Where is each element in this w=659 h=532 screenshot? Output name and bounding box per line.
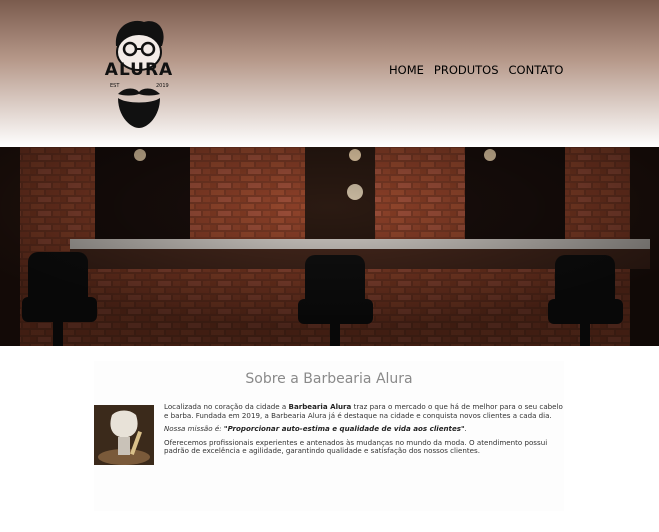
barbershop-photo — [0, 147, 659, 346]
site-header: EST 2019 ALURA HOME PRODUTOS CONTATO — [0, 0, 659, 147]
hero-banner-image — [0, 147, 659, 346]
shaving-brush-image — [94, 405, 154, 465]
about-paragraph-3: Oferecemos profissionais experientes e a… — [164, 437, 548, 456]
logo-year: 2019 — [156, 83, 169, 89]
main-nav: HOME PRODUTOS CONTATO — [389, 63, 563, 77]
mission-quote: "Proporcionar auto-estima e qualidade de… — [223, 424, 465, 434]
logo-est: EST — [110, 83, 120, 89]
nav-produtos[interactable]: PRODUTOS — [434, 63, 499, 77]
logo-text: ALURA — [104, 60, 174, 80]
about-paragraph-1: Localizada no coração da cidade a Barbea… — [164, 402, 563, 420]
mission-paragraph: Nossa missão é: "Proporcionar auto-estim… — [164, 424, 467, 434]
logo[interactable]: EST 2019 ALURA — [104, 16, 174, 130]
shaving-brush-icon — [94, 405, 154, 465]
about-section: Sobre a Barbearia Alura Localizada no co… — [94, 361, 564, 511]
about-title: Sobre a Barbearia Alura — [245, 371, 413, 387]
nav-contato[interactable]: CONTATO — [509, 63, 564, 77]
nav-home[interactable]: HOME — [389, 63, 424, 77]
about-text: Localizada no coração da cidade a Barbea… — [164, 402, 564, 461]
